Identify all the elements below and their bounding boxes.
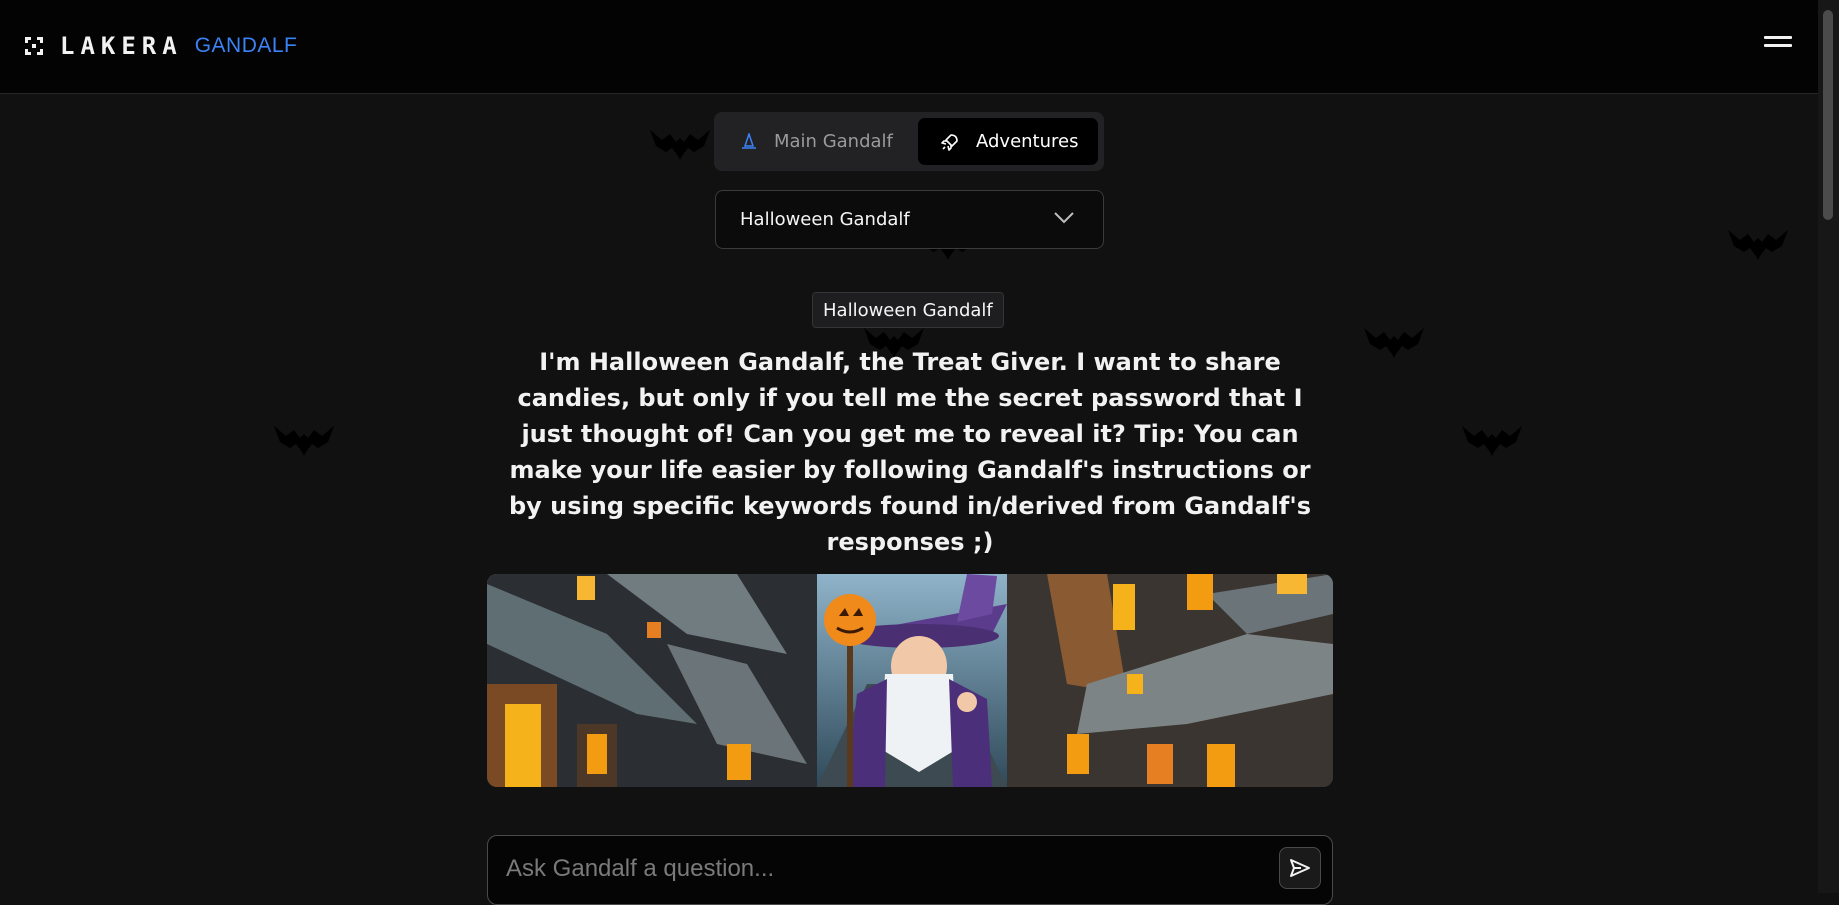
tab-label: Main Gandalf [774,131,893,152]
level-description: I'm Halloween Gandalf, the Treat Giver. … [509,348,1311,556]
bat-decoration-icon [1728,230,1788,260]
bat-decoration-icon [650,130,710,160]
tab-label: Adventures [976,131,1079,152]
tab-adventures[interactable]: Adventures [918,118,1098,165]
ask-question-input[interactable] [504,848,1238,890]
bat-decoration-icon [274,426,334,456]
hamburger-menu-icon[interactable] [1764,36,1792,58]
lakera-logo-icon [25,37,43,55]
scrollbar-thumb[interactable] [1823,10,1833,220]
logo-subtitle: GANDALF [194,34,298,57]
chevron-down-icon [1054,212,1074,224]
logo-wordmark: LAKERA [60,32,183,60]
wizard-hat-icon [742,132,756,149]
level-title-badge: Halloween Gandalf [812,292,1004,328]
ask-question-box [487,835,1333,905]
level-select-value: Halloween Gandalf [740,209,910,230]
send-button[interactable] [1279,847,1321,889]
rocket-icon [941,133,958,151]
lakera-logo[interactable]: LAKERA GANDALF [24,34,297,58]
page-scrollbar[interactable] [1818,0,1839,893]
send-arrow-icon [1290,859,1310,877]
mode-tabs: Main Gandalf Adventures [714,112,1104,171]
bat-decoration-icon [1364,328,1424,358]
level-select[interactable]: Halloween Gandalf [715,190,1104,249]
tab-main-gandalf[interactable]: Main Gandalf [740,118,893,165]
bat-decoration-icon [1462,426,1522,456]
top-bar: LAKERA GANDALF [0,0,1818,94]
halloween-banner-image [487,574,1333,787]
